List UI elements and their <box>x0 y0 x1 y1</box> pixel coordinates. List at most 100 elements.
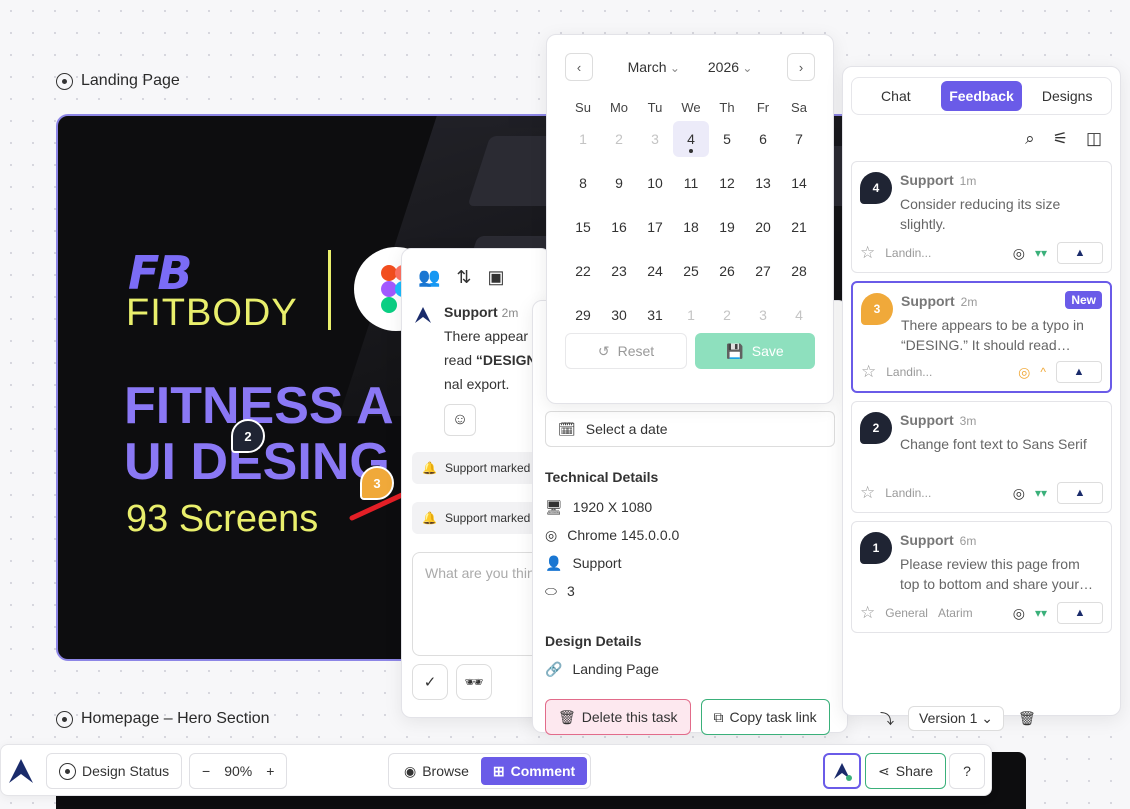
priority-icon[interactable]: ▾▾ <box>1035 486 1047 500</box>
filter-icon[interactable]: ⚟ <box>1053 129 1068 149</box>
star-icon[interactable]: ☆ <box>860 483 875 503</box>
priority-icon[interactable]: ^ <box>1040 365 1046 379</box>
assignee-logo[interactable]: ▲ <box>1057 602 1103 624</box>
collapse-panel-icon[interactable]: ◫ <box>1086 129 1102 149</box>
assignee-logo[interactable]: ▲ <box>1056 361 1102 383</box>
link-icon: 🔗 <box>545 660 563 677</box>
calendar-day[interactable]: 21 <box>781 209 817 253</box>
prev-month-button[interactable]: ‹ <box>565 53 593 81</box>
calendar-day[interactable]: 31 <box>637 297 673 341</box>
calendar-day[interactable]: 23 <box>601 253 637 297</box>
share-button[interactable]: ⋖ Share <box>865 753 947 789</box>
calendar-day[interactable]: 29 <box>565 297 601 341</box>
month-select[interactable]: March <box>628 59 680 75</box>
calendar-day[interactable]: 9 <box>601 165 637 209</box>
calendar-day[interactable]: 19 <box>709 209 745 253</box>
calendar-day[interactable]: 26 <box>709 253 745 297</box>
calendar-day[interactable]: 1 <box>673 297 709 341</box>
year-select[interactable]: 2026 <box>708 59 753 75</box>
account-avatar-button[interactable] <box>823 753 861 789</box>
day-number: 25 <box>683 263 699 279</box>
import-icon[interactable]: ⤵ <box>880 709 894 729</box>
calendar-day[interactable]: 8 <box>565 165 601 209</box>
emoji-reaction-button[interactable]: ☺ <box>444 404 476 436</box>
section-title-homepage[interactable]: Homepage – Hero Section <box>56 710 270 728</box>
calendar-day[interactable]: 28 <box>781 253 817 297</box>
calendar-day[interactable]: 13 <box>745 165 781 209</box>
trash-icon[interactable]: 🗑 <box>1018 710 1036 727</box>
calendar-day[interactable]: 14 <box>781 165 817 209</box>
status-icon[interactable]: ◎ <box>1013 605 1025 622</box>
assignee-logo[interactable]: ▲ <box>1057 242 1103 264</box>
delete-task-button[interactable]: 🗑 Delete this task <box>545 699 691 735</box>
zoom-out-button[interactable]: − <box>202 763 210 779</box>
version-select[interactable]: Version 1 ⌄ <box>908 706 1004 731</box>
calendar-day[interactable]: 3 <box>745 297 781 341</box>
feedback-pin: 3 <box>861 293 893 325</box>
tab-chat[interactable]: Chat <box>855 81 937 111</box>
day-number: 18 <box>683 219 699 235</box>
next-month-button[interactable]: › <box>787 53 815 81</box>
priority-icon[interactable]: ▾▾ <box>1035 606 1047 620</box>
canvas-pin-2[interactable]: 2 <box>231 419 265 453</box>
feedback-item[interactable]: 4 Support 1m Consider reducing its size sli… <box>851 161 1112 273</box>
priority-icon[interactable]: ▾▾ <box>1035 246 1047 260</box>
calendar-day[interactable]: 5 <box>709 121 745 165</box>
calendar-day[interactable]: 4 <box>673 121 709 165</box>
resolve-button[interactable]: ✓ <box>412 664 448 700</box>
calendar-day[interactable]: 25 <box>673 253 709 297</box>
calendar-day[interactable]: 10 <box>637 165 673 209</box>
tab-feedback[interactable]: Feedback <box>940 81 1023 111</box>
feedback-author: Support <box>901 293 955 309</box>
image-icon[interactable]: ▣ <box>488 267 505 288</box>
bottom-toolbar: Design Status − 90% + ◉ Browse ⊞ Comment ⋖… <box>0 744 992 796</box>
copy-task-link-button[interactable]: ⧉ Copy task link <box>700 699 830 735</box>
assignee-logo[interactable]: ▲ <box>1057 482 1103 504</box>
date-picker-field[interactable]: 🗓 Select a date <box>545 411 835 447</box>
calendar-day[interactable]: 24 <box>637 253 673 297</box>
star-icon[interactable]: ☆ <box>860 603 875 623</box>
calendar-day[interactable]: 7 <box>781 121 817 165</box>
incognito-button[interactable]: 🕶 <box>456 664 492 700</box>
calendar-day[interactable]: 16 <box>601 209 637 253</box>
calendar-day[interactable]: 6 <box>745 121 781 165</box>
feedback-time: 6m <box>959 534 977 548</box>
sort-icon[interactable]: ⇅ <box>456 267 471 288</box>
star-icon[interactable]: ☆ <box>861 362 876 382</box>
status-icon[interactable]: ◎ <box>1013 245 1025 262</box>
zoom-in-button[interactable]: + <box>266 763 274 779</box>
calendar-day[interactable]: 11 <box>673 165 709 209</box>
comment-mode-button[interactable]: ⊞ Comment <box>480 757 588 785</box>
calendar-day[interactable]: 15 <box>565 209 601 253</box>
calendar-day[interactable]: 2 <box>709 297 745 341</box>
calendar-day[interactable]: 4 <box>781 297 817 341</box>
search-icon[interactable]: ⌕ <box>1025 129 1035 149</box>
section-title-landing-text: Landing Page <box>81 72 180 89</box>
design-status-button[interactable]: Design Status <box>46 753 183 789</box>
feedback-item[interactable]: 2 Support 3m Change font text to Sans Serif… <box>851 401 1112 513</box>
feedback-pin: 1 <box>860 532 892 564</box>
users-icon[interactable]: 👥 <box>418 267 440 288</box>
calendar-day[interactable]: 17 <box>637 209 673 253</box>
tab-designs[interactable]: Designs <box>1026 81 1108 111</box>
calendar-day[interactable]: 30 <box>601 297 637 341</box>
calendar-day[interactable]: 3 <box>637 121 673 165</box>
comment-compose-input[interactable]: What are you thin <box>412 552 540 656</box>
calendar-day[interactable]: 2 <box>601 121 637 165</box>
feedback-item[interactable]: 1 Support 6m Please review this page from t… <box>851 521 1112 633</box>
calendar-day[interactable]: 1 <box>565 121 601 165</box>
calendar-day[interactable]: 20 <box>745 209 781 253</box>
feedback-item[interactable]: 3 New Support 2m There appears to be a typo … <box>851 281 1112 393</box>
star-icon[interactable]: ☆ <box>860 243 875 263</box>
status-icon[interactable]: ◎ <box>1013 485 1025 502</box>
detail-page-link[interactable]: 🔗 Landing Page <box>545 655 835 683</box>
section-title-landing[interactable]: Landing Page <box>56 72 180 90</box>
browse-mode-button[interactable]: ◉ Browse <box>392 757 481 785</box>
calendar-day[interactable]: 18 <box>673 209 709 253</box>
calendar-day[interactable]: 22 <box>565 253 601 297</box>
fitbody-logo-word: FITBODY <box>126 292 298 335</box>
status-icon[interactable]: ◎ <box>1018 364 1030 381</box>
calendar-day[interactable]: 12 <box>709 165 745 209</box>
calendar-day[interactable]: 27 <box>745 253 781 297</box>
help-button[interactable]: ? <box>949 753 985 789</box>
